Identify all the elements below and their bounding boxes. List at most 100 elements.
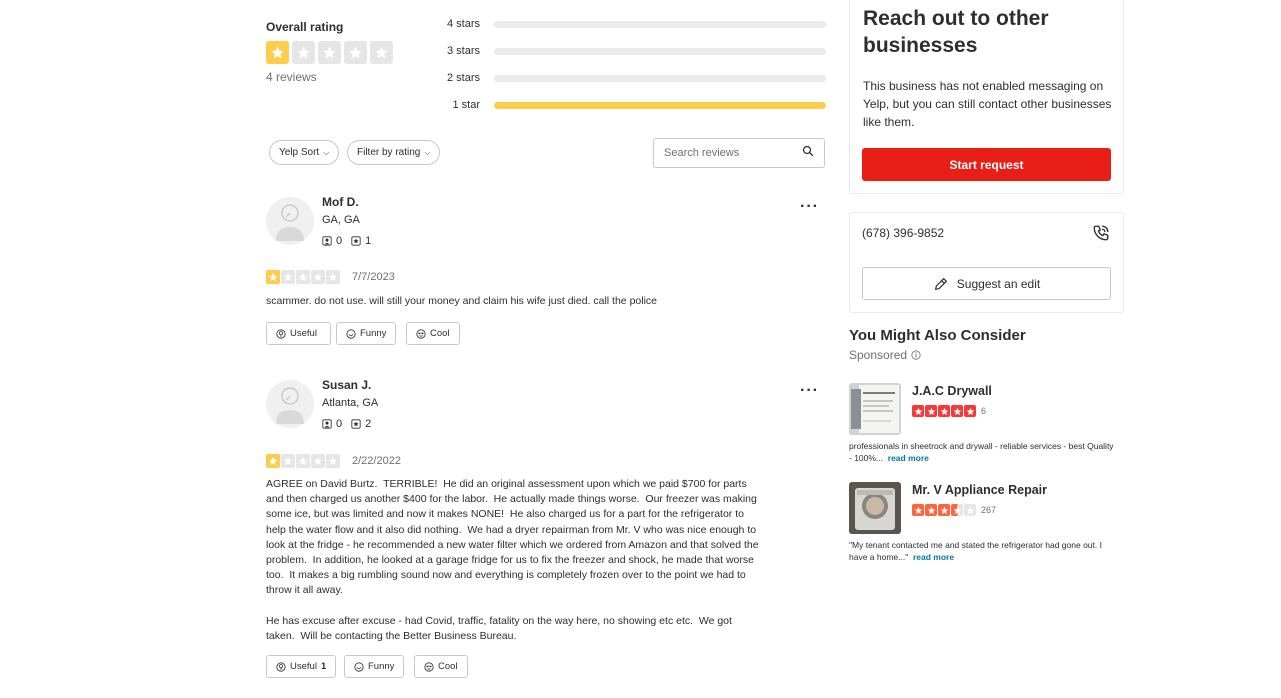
distribution-label: 3 stars [446, 45, 480, 57]
star-icon [964, 405, 976, 417]
friends-count: 0 [336, 418, 343, 430]
search-reviews-box[interactable] [653, 138, 825, 168]
funny-label: Funny [360, 328, 387, 339]
distribution-label: 1 star [452, 99, 480, 111]
reviewer-stats: 0 1 [322, 235, 371, 247]
star-icon [326, 270, 340, 284]
distribution-bar [494, 101, 826, 109]
rating-distribution-row[interactable]: 4 stars [440, 17, 826, 31]
star-icon [292, 41, 315, 64]
star-icon [266, 41, 289, 64]
distribution-bar [494, 20, 826, 28]
cool-button[interactable]: Cool [414, 655, 468, 678]
cool-label: Cool [430, 328, 450, 339]
star-icon [964, 504, 976, 516]
star-icon [318, 41, 341, 64]
rating-distribution-row[interactable]: 2 stars [440, 71, 826, 85]
useful-label: Useful [290, 328, 317, 339]
useful-label: Useful [290, 661, 317, 672]
review-count: 2 [365, 418, 372, 430]
useful-button[interactable]: Useful 1 [266, 655, 337, 678]
read-more-link[interactable]: read more [888, 453, 929, 463]
business-name[interactable]: J.A.C Drywall [912, 384, 992, 398]
review-text: AGREE on David Burtz. TERRIBLE! He did a… [266, 478, 759, 643]
star-icon [951, 405, 963, 417]
star-icon [912, 504, 924, 516]
review-rating-stars [266, 270, 340, 284]
funny-label: Funny [368, 661, 395, 672]
review-date: 2/22/2022 [352, 455, 401, 467]
sponsored-label: Sponsored [849, 348, 921, 362]
chevron-down-icon: ⌵ [424, 147, 431, 157]
read-more-link[interactable]: read more [913, 552, 954, 562]
more-options-icon[interactable]: ··· [800, 198, 819, 216]
start-request-button[interactable]: Start request [862, 148, 1111, 181]
suggest-edit-button[interactable]: Suggest an edit [862, 267, 1111, 300]
useful-count: 1 [320, 661, 327, 672]
suggest-edit-label: Suggest an edit [956, 276, 1041, 291]
business-rating-stars [912, 405, 976, 417]
reviewer-name[interactable]: Mof D. [322, 195, 359, 209]
star-icon [296, 454, 310, 468]
phone-icon[interactable] [1092, 224, 1110, 247]
funny-button[interactable]: Funny [336, 322, 397, 345]
distribution-label: 4 stars [446, 18, 480, 30]
star-icon [925, 405, 937, 417]
review-count-icon [351, 236, 361, 246]
phone-number: (678) 396-9852 [862, 226, 945, 240]
business-rating-stars [912, 504, 976, 516]
useful-button[interactable]: Useful [266, 322, 331, 345]
star-icon [281, 454, 295, 468]
business-thumbnail[interactable] [849, 482, 901, 534]
sunglasses-icon [416, 328, 426, 339]
snippet-text: "My tenant contacted me and stated the r… [849, 540, 1102, 562]
more-options-icon[interactable]: ··· [800, 382, 819, 400]
star-icon [311, 454, 325, 468]
star-icon [925, 504, 937, 516]
star-icon [938, 405, 950, 417]
cool-button[interactable]: Cool [406, 322, 460, 345]
lightbulb-icon [276, 328, 286, 339]
chevron-down-icon: ⌵ [323, 147, 330, 157]
star-icon [951, 504, 963, 516]
funny-button[interactable]: Funny [344, 655, 405, 678]
business-name[interactable]: Mr. V Appliance Repair [912, 483, 1047, 497]
cool-label: Cool [438, 661, 458, 672]
rating-distribution-row[interactable]: 3 stars [440, 44, 826, 58]
business-thumbnail[interactable] [849, 383, 901, 435]
rating-filter-label: Filter by rating [357, 147, 421, 158]
distribution-bar [494, 47, 826, 55]
overall-rating-stars [266, 41, 393, 64]
sort-label: Yelp Sort [279, 147, 320, 158]
rating-filter-dropdown[interactable]: Filter by rating ⌵ [347, 140, 441, 165]
star-icon [266, 270, 280, 284]
star-icon [912, 405, 924, 417]
review-rating-stars [266, 454, 340, 468]
search-icon[interactable] [802, 144, 814, 162]
info-icon[interactable] [911, 350, 921, 360]
smile-icon [346, 328, 356, 339]
star-icon [281, 270, 295, 284]
distribution-bar [494, 74, 826, 82]
avatar[interactable] [266, 380, 314, 428]
business-snippet: professionals in sheetrock and drywall -… [849, 440, 1117, 464]
distribution-fill [494, 101, 826, 109]
star-icon [296, 270, 310, 284]
business-review-count: 267 [981, 505, 997, 515]
review-count-icon [351, 419, 361, 429]
distribution-label: 2 stars [446, 72, 480, 84]
star-icon [370, 41, 393, 64]
consider-title: You Might Also Consider [849, 327, 1026, 344]
lightbulb-icon [276, 661, 286, 672]
reviewer-stats: 0 2 [322, 418, 371, 430]
reviewer-location: GA, GA [322, 214, 360, 226]
friends-count: 0 [336, 235, 343, 247]
sort-dropdown[interactable]: Yelp Sort ⌵ [269, 140, 340, 165]
friends-icon [322, 419, 332, 429]
business-review-count: 6 [981, 406, 987, 416]
reviewer-name[interactable]: Susan J. [322, 378, 371, 392]
search-reviews-input[interactable] [664, 147, 794, 159]
rating-distribution-row[interactable]: 1 star [440, 98, 826, 112]
reviewer-location: Atlanta, GA [322, 397, 379, 409]
avatar[interactable] [266, 197, 314, 245]
